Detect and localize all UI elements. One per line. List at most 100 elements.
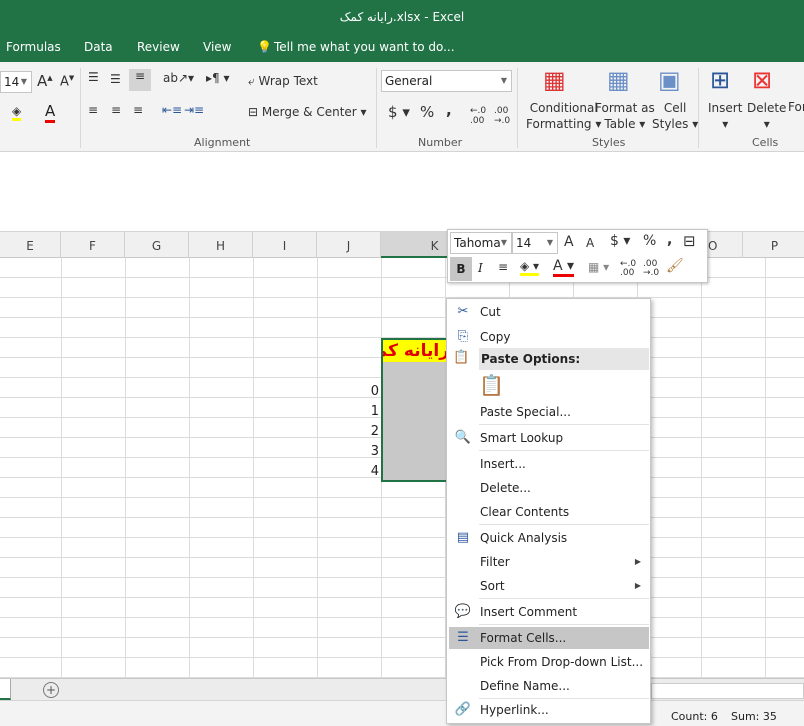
percent-button[interactable]: % — [420, 103, 434, 121]
cell-value[interactable]: 3 — [317, 442, 379, 462]
number-format-select[interactable]: General ▼ — [381, 70, 512, 92]
fill-color-icon[interactable]: ◈ — [12, 104, 22, 121]
tab-formulas[interactable]: Formulas — [6, 40, 61, 54]
mini-comma-icon[interactable]: , — [667, 232, 672, 248]
align-top-icon[interactable]: ☰ — [88, 70, 99, 84]
menu-item-insert-comment[interactable]: 💬 Insert Comment — [449, 601, 649, 623]
cell-styles-icon: ▣ — [658, 66, 681, 94]
column-header-e[interactable]: E — [0, 232, 61, 258]
bold-button[interactable]: B — [450, 257, 472, 281]
menu-item-copy[interactable]: ⎘ Copy — [449, 326, 649, 348]
format-painter-icon[interactable]: 🖌 — [666, 258, 684, 274]
menu-item-define-name[interactable]: Define Name... — [449, 675, 649, 697]
status-sum: Sum: 35 — [731, 710, 777, 723]
mini-percent-icon[interactable]: % — [643, 233, 656, 249]
title-bar: رایانه کمک.xlsx - Excel — [0, 0, 804, 32]
column-header-f[interactable]: F — [61, 232, 125, 258]
group-label-number: Number — [418, 136, 463, 149]
italic-button[interactable]: I — [478, 261, 483, 275]
menu-item-filter[interactable]: Filter ▶ — [449, 551, 649, 573]
menu-item-pick-from-list[interactable]: Pick From Drop-down List... — [449, 651, 649, 673]
menu-item-clear-contents[interactable]: Clear Contents — [449, 501, 649, 523]
orientation-icon[interactable]: ab↗▾ — [163, 71, 194, 85]
currency-button[interactable]: $ ▾ — [388, 103, 410, 121]
decrease-decimal-icon[interactable]: .00 →.0 — [494, 106, 510, 126]
submenu-arrow-icon: ▶ — [634, 557, 641, 566]
delete-cells-icon: ⊠ — [752, 66, 773, 94]
add-sheet-icon[interactable]: + — [43, 682, 59, 698]
mini-merge-icon[interactable]: ⊟ — [683, 232, 696, 250]
mini-size-select[interactable]: 14 ▼ — [512, 232, 558, 254]
menu-item-paste-special[interactable]: Paste Special... — [449, 401, 649, 423]
merge-center-button[interactable]: ⊟ Merge & Center ▾ — [248, 105, 367, 119]
mini-font-color-icon[interactable]: A ▾ — [553, 258, 575, 277]
tab-review[interactable]: Review — [137, 40, 180, 54]
mini-decrease-decimal-icon[interactable]: .00 →.0 — [643, 260, 659, 278]
decrease-indent-icon[interactable]: ⇤≡ — [162, 103, 182, 117]
status-bar: Count: 6 Sum: 35 — [0, 700, 804, 726]
column-header-g[interactable]: G — [125, 232, 189, 258]
column-header-p[interactable]: P — [743, 232, 804, 258]
increase-font-icon[interactable]: A▲ — [37, 72, 53, 90]
menu-item-hyperlink[interactable]: 🔗 Hyperlink... — [449, 699, 649, 721]
mini-center-icon[interactable]: ≡ — [498, 260, 508, 274]
formula-bar-area — [0, 152, 804, 232]
conditional-formatting-button[interactable]: Conditional Formatting ▾ — [526, 100, 601, 132]
text-direction-icon[interactable]: ▸¶ ▾ — [206, 71, 230, 85]
lightbulb-icon: 💡 — [257, 40, 272, 54]
insert-button[interactable]: Insert ▾ — [708, 100, 742, 132]
mini-toolbar: Tahoma ▼ 14 ▼ A A $ ▾ % , ⊟ B I ≡ ◈ ▾ A ▾ … — [447, 229, 708, 283]
mini-shrink-font-icon[interactable]: A — [586, 236, 594, 250]
align-right-icon[interactable]: ≡ — [133, 103, 143, 117]
column-header-i[interactable]: I — [253, 232, 317, 258]
cell-styles-button[interactable]: Cell Styles ▾ — [652, 100, 698, 132]
insert-cells-icon: ⊞ — [710, 66, 731, 94]
conditional-formatting-icon: ▦ — [543, 66, 566, 94]
sheet-tab[interactable] — [0, 679, 11, 700]
decrease-font-icon[interactable]: A▼ — [60, 74, 74, 89]
font-color-icon[interactable]: A — [45, 102, 56, 123]
mini-fill-color-icon[interactable]: ◈ ▾ — [520, 259, 540, 276]
menu-item-insert[interactable]: Insert... — [449, 453, 649, 475]
horizontal-scrollbar[interactable] — [651, 683, 804, 699]
format-button[interactable]: For — [788, 100, 804, 114]
format-as-table-button[interactable]: Format as Table ▾ — [595, 100, 655, 132]
quick-analysis-icon: ▤ — [456, 530, 470, 545]
wrap-text-button[interactable]: ⤶ Wrap Text — [248, 74, 318, 89]
wrap-text-icon: ⤶ — [248, 74, 259, 88]
smart-lookup-icon: 🔍 — [454, 430, 472, 445]
comma-button[interactable]: , — [446, 101, 452, 119]
menu-item-format-cells[interactable]: ☰ Format Cells... — [449, 627, 649, 649]
align-bottom-icon[interactable]: ≡ — [129, 69, 151, 91]
paste-option-keep-source-icon[interactable]: 📋 — [479, 373, 504, 397]
delete-button[interactable]: Delete ▾ — [747, 100, 786, 132]
tell-me-input[interactable]: Tell me what you want to do... — [274, 40, 455, 54]
align-center-icon[interactable]: ≡ — [111, 103, 121, 117]
mini-increase-decimal-icon[interactable]: ←.0.00 — [620, 260, 636, 278]
column-header-j[interactable]: J — [317, 232, 381, 258]
increase-decimal-icon[interactable]: ←.0.00 — [470, 106, 486, 126]
tab-data[interactable]: Data — [84, 40, 113, 54]
mini-font-select[interactable]: Tahoma ▼ — [450, 232, 512, 254]
menu-item-cut[interactable]: ✂ Cut — [449, 301, 649, 323]
menu-item-smart-lookup[interactable]: 🔍 Smart Lookup — [449, 427, 649, 449]
cell-value[interactable]: 2 — [317, 422, 379, 442]
align-left-icon[interactable]: ≡ — [88, 103, 98, 117]
column-header-h[interactable]: H — [189, 232, 253, 258]
cell-value[interactable]: 4 — [317, 462, 379, 482]
increase-indent-icon[interactable]: ⇥≡ — [184, 103, 204, 117]
mini-borders-icon[interactable]: ▦ ▾ — [588, 260, 609, 274]
merge-icon: ⊟ — [248, 105, 262, 119]
cell-value[interactable]: 1 — [317, 402, 379, 422]
tab-view[interactable]: View — [203, 40, 231, 54]
menu-item-quick-analysis[interactable]: ▤ Quick Analysis — [449, 527, 649, 549]
cell-value[interactable]: 0 — [317, 382, 379, 402]
paste-options-header: Paste Options: — [479, 348, 649, 370]
cell-header[interactable]: رایانه کمک — [383, 340, 449, 362]
align-middle-icon[interactable]: ☰ — [110, 72, 121, 86]
mini-grow-font-icon[interactable]: A — [564, 234, 574, 250]
menu-item-delete[interactable]: Delete... — [449, 477, 649, 499]
mini-currency-icon[interactable]: $ ▾ — [610, 233, 630, 249]
menu-item-sort[interactable]: Sort ▶ — [449, 575, 649, 597]
font-size-select[interactable]: 14 ▼ — [0, 71, 32, 93]
